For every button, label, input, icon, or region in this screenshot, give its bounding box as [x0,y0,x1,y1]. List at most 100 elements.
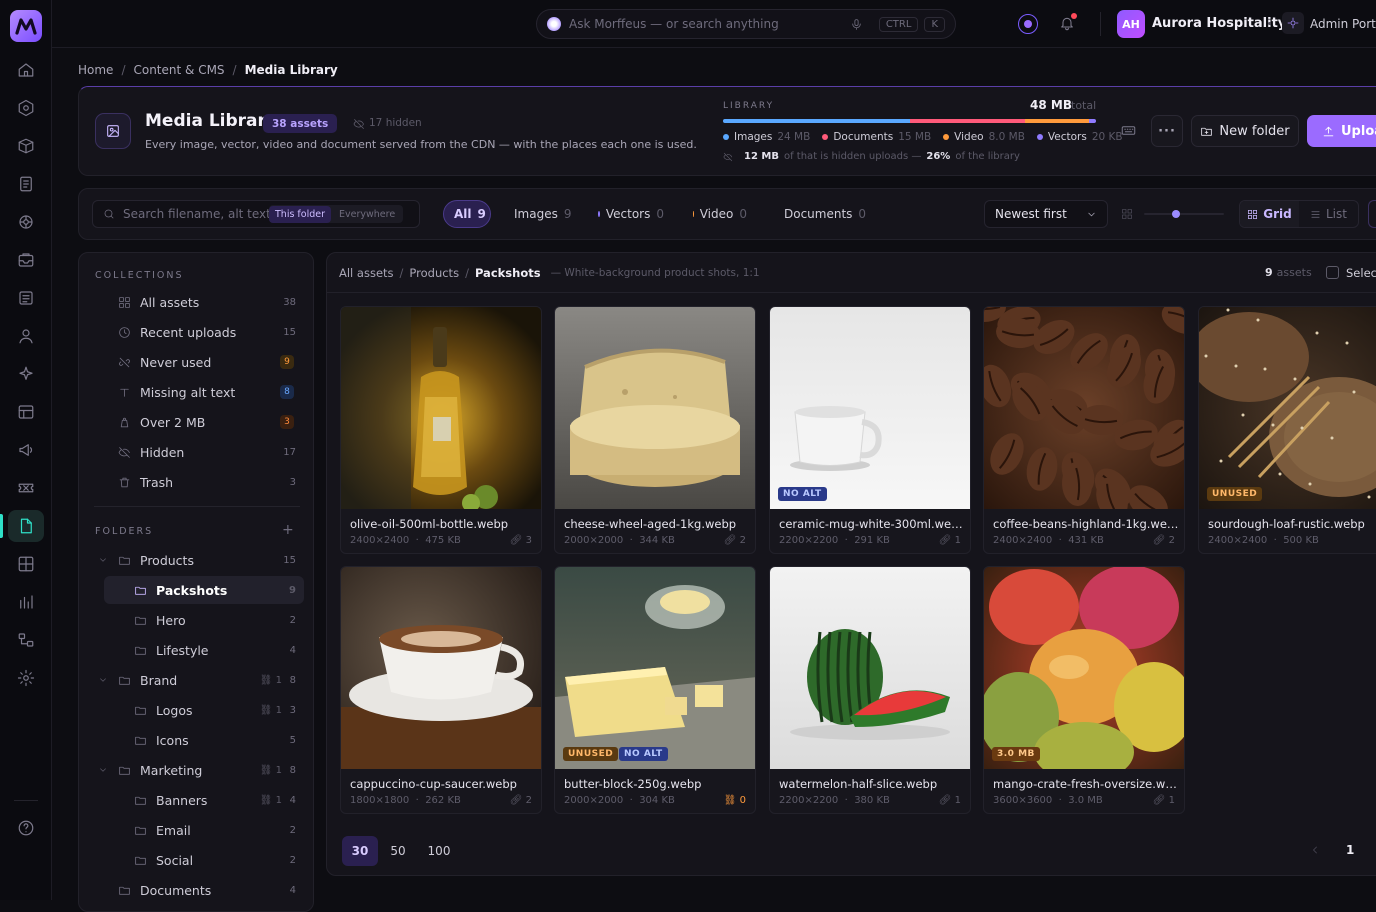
legend-size: 20 KB [1091,131,1123,143]
folder-crumb-products[interactable]: Products [409,266,459,280]
document-icon[interactable] [17,175,35,193]
upload-button[interactable]: Uploa [1307,115,1376,147]
inbox-icon[interactable] [17,251,35,269]
asset-tile[interactable]: coffee-beans-highland-1kg.webp 2400×2400… [983,306,1185,554]
asset-thumbnail[interactable] [1199,307,1376,509]
org-name[interactable]: Aurora Hospitality [1152,16,1286,31]
filter-chip-all[interactable]: All 9 [443,200,491,228]
asset-tile[interactable]: olive-oil-500ml-bottle.webp 2400×2400 · … [340,306,542,554]
current-page[interactable]: 1 [1346,843,1354,857]
folder-marketing[interactable]: Marketing ⛓ 1 8 [100,756,304,784]
folder-lifestyle[interactable]: Lifestyle 4 [104,636,304,664]
folder-crumb-all[interactable]: All assets [339,266,394,280]
media-file-icon[interactable] [17,517,35,535]
collection-missing-alt-text[interactable]: Missing alt text 8 [104,378,304,406]
page-size-100[interactable]: 100 [418,836,460,866]
folder-banners[interactable]: Banners ⛓ 1 4 [104,786,304,814]
add-folder-plus-icon[interactable]: + [282,522,294,538]
folder-icons[interactable]: Icons 5 [104,726,304,754]
table-icon[interactable] [17,403,35,421]
folder-brand[interactable]: Brand ⛓ 1 8 [100,666,304,694]
chevron-down-icon[interactable] [98,765,108,775]
microphone-icon[interactable] [850,18,863,31]
filter-chip-vectors[interactable]: Vectors 0 [588,200,674,228]
assistant-status-icon[interactable] [1018,14,1038,34]
box-icon[interactable] [17,137,35,155]
breadcrumb-content-cms[interactable]: Content & CMS [133,63,224,77]
thumb-size-slider-handle[interactable] [1172,210,1180,218]
folder-packshots[interactable]: Packshots 9 [104,576,304,604]
page-description: Every image, vector, video and document … [145,138,697,151]
ticket-icon[interactable] [17,479,35,497]
asset-tile[interactable]: 3.0 MB mango-crate-fresh-oversize.we… 36… [983,566,1185,814]
asset-thumbnail[interactable] [984,567,1185,769]
legend-dot [1036,134,1043,140]
asset-thumbnail[interactable] [341,307,542,509]
folder-logos[interactable]: Logos ⛓ 1 3 [104,696,304,724]
chevron-down-icon[interactable] [98,555,108,565]
asset-thumbnail[interactable] [341,567,542,769]
folder-products[interactable]: Products 15 [100,546,304,574]
settings-icon[interactable] [17,669,35,687]
sparkle-icon[interactable] [17,365,35,383]
hexagon-icon[interactable] [17,99,35,117]
collection-all-assets[interactable]: All assets 38 [104,288,304,316]
asset-thumbnail[interactable] [770,307,971,509]
select-all-checkbox[interactable] [1326,266,1339,279]
help-icon[interactable] [17,819,35,837]
folder-hero[interactable]: Hero 2 [104,606,304,634]
more-actions-button[interactable]: ··· [1151,115,1183,147]
select-all-label[interactable]: Selec [1346,266,1376,280]
portal-name[interactable]: Admin Porta [1310,17,1376,31]
sort-select[interactable]: Newest first [984,200,1108,228]
chevron-down-icon[interactable] [98,675,108,685]
bar-chart-icon[interactable] [17,593,35,611]
filter-chip-documents[interactable]: Documents 0 [768,200,870,228]
page-size-30[interactable]: 30 [342,836,378,866]
prev-page-icon[interactable] [1309,844,1321,856]
asset-thumbnail[interactable] [555,567,756,769]
global-search[interactable]: Ask Morffeus — or search anything CTRL K [536,9,956,39]
org-avatar[interactable]: AH [1117,10,1145,38]
collection-recent-uploads[interactable]: Recent uploads 15 [104,318,304,346]
asset-tile[interactable]: NO ALT ceramic-mug-white-300ml.we… 2200×… [769,306,971,554]
asset-thumbnail[interactable] [770,567,971,769]
collection-hidden[interactable]: Hidden 17 [104,438,304,466]
collection-never-used[interactable]: Never used 9 [104,348,304,376]
asset-thumbnail[interactable] [555,307,756,509]
breadcrumb-home[interactable]: Home [78,63,113,77]
folder-social[interactable]: Social 2 [104,846,304,874]
asset-tile[interactable]: UNUSED sourdough-loaf-rustic.webp 2400×2… [1198,306,1376,554]
user-icon[interactable] [17,327,35,345]
view-grid-button[interactable]: Grid [1240,201,1299,227]
collection-label: Never used [140,354,212,370]
panel-toggle-button[interactable] [1368,200,1376,228]
asset-tile[interactable]: UNUSED NO ALT butter-block-250g.webp 2000… [554,566,756,814]
home-icon[interactable] [17,61,35,79]
folder-email[interactable]: Email 2 [104,816,304,844]
flow-icon[interactable] [17,631,35,649]
collection-over-2-mb[interactable]: Over 2 MB 3 [104,408,304,436]
app-logo[interactable] [10,10,42,42]
view-list-button[interactable]: List [1299,201,1358,227]
asset-tile[interactable]: cheese-wheel-aged-1kg.webp 2000×2000 · 3… [554,306,756,554]
megaphone-icon[interactable] [17,441,35,459]
new-folder-button[interactable]: New folder [1191,115,1299,147]
filter-chip-video[interactable]: Video 0 [683,200,757,228]
filter-chip-images[interactable]: Images 9 [498,200,578,228]
legend-label: Documents [833,131,894,143]
hidden-count[interactable]: 17 hidden [369,117,422,129]
asset-tile[interactable]: watermelon-half-slice.webp 2200×2200 · 3… [769,566,971,814]
keyboard-icon[interactable] [1121,123,1136,138]
gallery-icon[interactable] [17,555,35,573]
thumb-size-slider[interactable] [1144,210,1224,218]
page-size-50[interactable]: 50 [381,836,415,866]
collection-trash[interactable]: Trash 3 [104,468,304,496]
asset-thumbnail[interactable] [984,307,1185,509]
list-doc-icon[interactable] [17,289,35,307]
asset-search[interactable]: Search filename, alt text o This folder … [92,200,420,228]
asset-tile[interactable]: cappuccino-cup-saucer.webp 1800×1800 · 2… [340,566,542,814]
settings-wheel-icon[interactable] [17,213,35,231]
scope-this-folder[interactable]: This folder [269,205,332,223]
scope-everywhere[interactable]: Everywhere [331,206,403,223]
